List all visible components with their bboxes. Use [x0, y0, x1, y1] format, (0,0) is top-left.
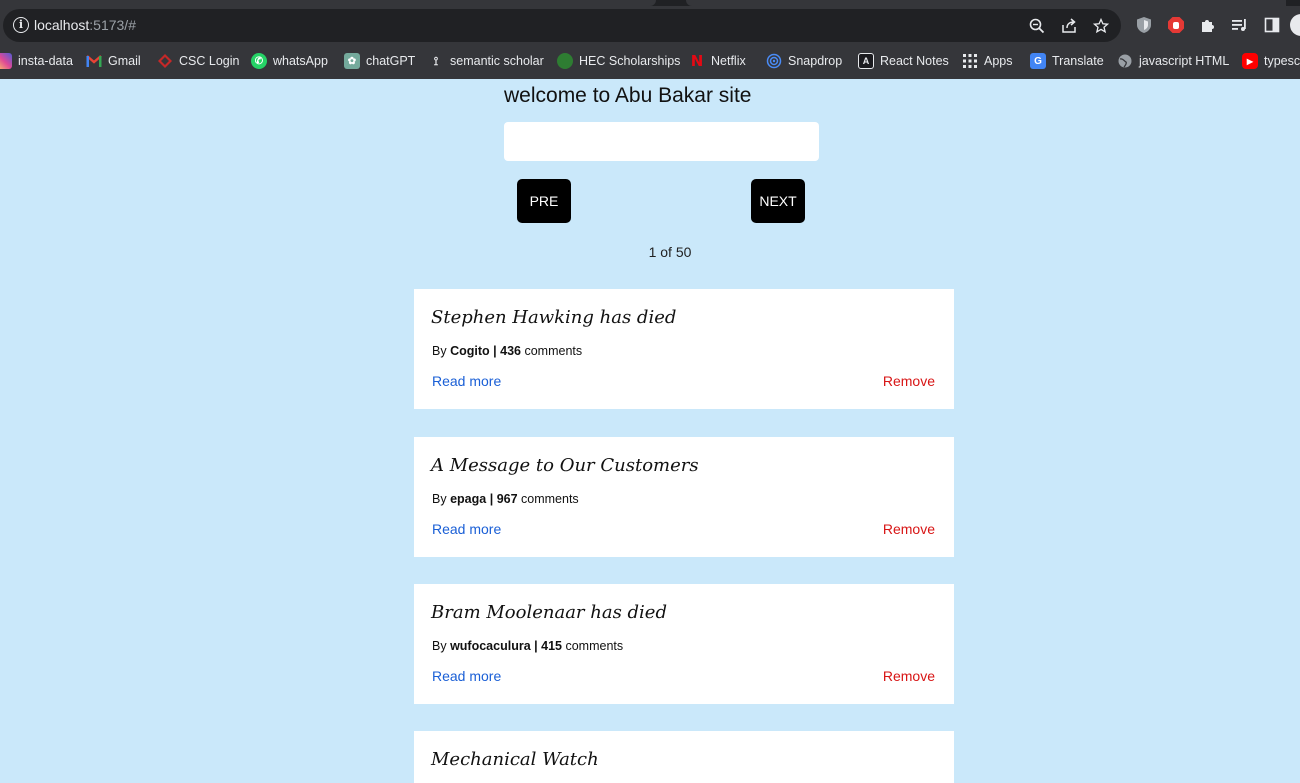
chatgpt-icon: ✿ [344, 53, 360, 69]
extensions-puzzle-icon[interactable] [1196, 14, 1220, 36]
whatsapp-icon: ✆ [251, 53, 267, 69]
story-title: Mechanical Watch [431, 749, 599, 770]
pagination-status: 1 of 50 [648, 244, 692, 260]
bookmark-label: Snapdrop [788, 54, 843, 68]
story-title: Bram Moolenaar has died [431, 602, 667, 623]
url-path: :5173/# [89, 17, 136, 33]
story-title: A Message to Our Customers [431, 455, 699, 476]
tab-strip [0, 0, 1300, 6]
story-meta: By Cogito | 436 comments [432, 344, 583, 358]
search-input[interactable] [504, 122, 819, 161]
bookmark-translate[interactable]: G Translate [1030, 50, 1104, 72]
semantic-scholar-icon: ⟟ [433, 53, 439, 68]
share-icon[interactable] [1057, 14, 1081, 38]
bookmark-csc-login[interactable]: CSC Login [157, 50, 239, 72]
read-more-link[interactable]: Read more [432, 373, 501, 389]
side-panel-icon[interactable] [1260, 14, 1284, 36]
remove-button[interactable]: Remove [883, 668, 935, 684]
translate-icon: G [1030, 53, 1046, 69]
bookmark-label: insta-data [18, 54, 73, 68]
story-card: Bram Moolenaar has died By wufocaculura … [414, 584, 954, 704]
bookmark-label: semantic scholar [450, 54, 544, 68]
bookmark-netflix[interactable]: N Netflix [689, 50, 746, 72]
globe-icon [1117, 53, 1133, 69]
site-info-icon[interactable]: i [13, 17, 29, 33]
youtube-icon: ▶ [1242, 53, 1258, 69]
bookmark-label: chatGPT [366, 54, 416, 68]
gmail-icon [86, 53, 102, 69]
bookmark-gmail[interactable]: Gmail [86, 50, 141, 72]
bookmark-label: CSC Login [179, 54, 240, 68]
snapdrop-icon [766, 53, 782, 69]
read-more-link[interactable]: Read more [432, 521, 501, 537]
remove-button[interactable]: Remove [883, 521, 935, 537]
bookmark-react-notes[interactable]: A React Notes [858, 50, 949, 72]
netflix-icon: N [690, 52, 704, 70]
bookmark-label: React Notes [880, 54, 949, 68]
bookmark-insta-data[interactable]: insta-data [0, 50, 73, 72]
story-author: wufocaculura [450, 639, 531, 653]
zoom-icon[interactable] [1025, 14, 1049, 38]
read-more-link[interactable]: Read more [432, 668, 501, 684]
bookmarks-bar: insta-data Gmail CSC Login ✆ whatsApp ✿ … [0, 48, 1300, 74]
bookmark-chatgpt[interactable]: ✿ chatGPT [344, 50, 415, 72]
story-meta: By epaga | 967 comments [432, 492, 579, 506]
story-card: Stephen Hawking has died By Cogito | 436… [414, 289, 954, 409]
bookmark-label: HEC Scholarships [579, 54, 681, 68]
bookmark-label: Translate [1052, 54, 1104, 68]
story-title: Stephen Hawking has died [431, 307, 677, 328]
bookmark-javascript-html[interactable]: javascript HTML [1117, 50, 1229, 72]
story-comment-count: 436 [500, 344, 521, 358]
url-host: localhost [34, 17, 90, 33]
bookmark-label: Netflix [711, 54, 746, 68]
previous-page-button[interactable]: PRE [517, 179, 571, 223]
story-card: Mechanical Watch [414, 731, 954, 783]
bookmark-label: typesc [1264, 54, 1300, 68]
bookmark-label: Apps [984, 54, 1013, 68]
story-comment-count: 415 [541, 639, 562, 653]
bookmark-label: whatsApp [273, 54, 328, 68]
story-meta: By wufocaculura | 415 comments [432, 639, 624, 653]
url-text[interactable]: localhost:5173/# [34, 17, 136, 33]
next-page-button[interactable]: NEXT [751, 179, 805, 223]
adblock-extension-icon[interactable] [1164, 14, 1188, 36]
instagram-icon [0, 53, 12, 69]
bookmark-label: Gmail [108, 54, 141, 68]
story-author: epaga [450, 492, 487, 506]
browser-chrome: i localhost:5173/# insta-data Gmail CSC … [0, 0, 1300, 79]
bookmark-hec-scholarships[interactable]: HEC Scholarships [557, 50, 680, 72]
bookmark-star-icon[interactable] [1089, 14, 1113, 38]
media-control-icon[interactable] [1228, 14, 1252, 36]
story-card: A Message to Our Customers By epaga | 96… [414, 437, 954, 557]
bookmark-typescript[interactable]: ▶ typesc [1242, 50, 1300, 72]
react-notes-icon: A [858, 53, 874, 69]
apps-grid-icon [962, 53, 978, 69]
bookmark-label: javascript HTML [1139, 54, 1230, 68]
bookmark-apps[interactable]: Apps [962, 50, 1013, 72]
bookmark-snapdrop[interactable]: Snapdrop [766, 50, 842, 72]
bookmark-semantic-scholar[interactable]: ⟟ semantic scholar [428, 50, 544, 72]
page-title: welcome to Abu Bakar site [504, 84, 752, 107]
story-comment-count: 967 [496, 492, 518, 506]
hec-icon [557, 53, 573, 69]
csc-icon [157, 53, 173, 69]
address-bar[interactable]: i localhost:5173/# [3, 9, 1121, 42]
shield-extension-icon[interactable] [1132, 14, 1156, 36]
story-author: Cogito [450, 344, 490, 358]
bookmark-whatsapp[interactable]: ✆ whatsApp [251, 50, 328, 72]
profile-avatar[interactable] [1290, 14, 1300, 36]
remove-button[interactable]: Remove [883, 373, 935, 389]
